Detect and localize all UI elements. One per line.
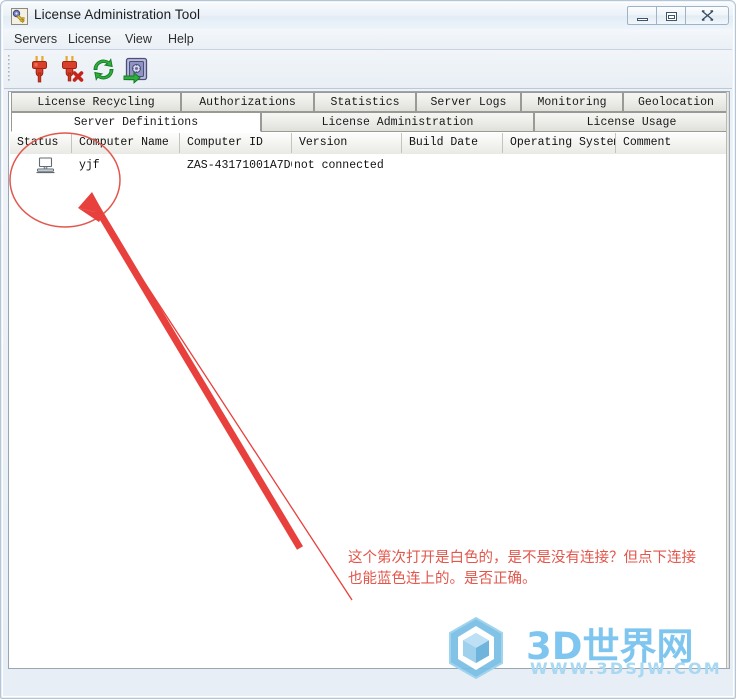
cell-computer-name: yjf bbox=[79, 159, 100, 172]
tab-geolocation[interactable]: Geolocation bbox=[623, 92, 729, 112]
title-bar: License Administration Tool bbox=[3, 3, 733, 29]
tab-strip: License Recycling Authorizations Statist… bbox=[9, 92, 729, 132]
tab-license-recycling[interactable]: License Recycling bbox=[11, 92, 181, 112]
cell-build-date bbox=[402, 154, 503, 178]
tab-authorizations[interactable]: Authorizations bbox=[181, 92, 314, 112]
column-header-status[interactable]: Status bbox=[10, 133, 72, 153]
application-window: License Administration Tool Servers Lice… bbox=[0, 0, 736, 699]
license-vault-button[interactable] bbox=[120, 54, 151, 85]
watermark: 3D世界网 WWW.3DSJW.COM bbox=[430, 614, 730, 686]
toolbar-drag-handle[interactable] bbox=[8, 55, 12, 84]
watermark-url-text: WWW.3DSJW.COM bbox=[530, 659, 722, 678]
tab-monitoring[interactable]: Monitoring bbox=[521, 92, 623, 112]
toolbar bbox=[4, 50, 732, 89]
grid-body: yjf ZAS-43171001A7D0E( not connected bbox=[10, 154, 728, 667]
tab-row-top: License Recycling Authorizations Statist… bbox=[9, 92, 729, 112]
plug-disconnect-icon bbox=[62, 56, 84, 82]
column-header-computer-id[interactable]: Computer ID bbox=[180, 133, 292, 153]
column-header-comment[interactable]: Comment bbox=[616, 133, 728, 153]
refresh-icon bbox=[93, 58, 114, 81]
tab-statistics[interactable]: Statistics bbox=[314, 92, 416, 112]
safe-export-icon bbox=[123, 57, 148, 84]
maximize-icon-inner bbox=[668, 15, 675, 19]
menu-bar: Servers License View Help bbox=[4, 29, 732, 50]
menu-item-servers[interactable]: Servers bbox=[10, 31, 61, 48]
tab-license-usage[interactable]: License Usage bbox=[534, 112, 729, 132]
column-header-computer-name[interactable]: Computer Name bbox=[72, 133, 180, 153]
tab-server-definitions[interactable]: Server Definitions bbox=[11, 112, 261, 132]
grid-header-row: Status Computer Name Computer ID Version… bbox=[10, 133, 728, 155]
menu-item-license[interactable]: License bbox=[64, 31, 115, 48]
license-key-icon bbox=[11, 8, 28, 25]
connect-server-button[interactable] bbox=[24, 54, 55, 85]
minimize-button[interactable] bbox=[627, 6, 656, 25]
window-title: License Administration Tool bbox=[34, 7, 201, 22]
close-button[interactable] bbox=[685, 6, 729, 25]
cell-operating-system bbox=[503, 154, 616, 178]
cell-version: not connected bbox=[294, 159, 384, 172]
tab-server-logs[interactable]: Server Logs bbox=[416, 92, 521, 112]
tab-license-administration[interactable]: License Administration bbox=[261, 112, 534, 132]
cell-status bbox=[10, 154, 72, 178]
column-header-version[interactable]: Version bbox=[292, 133, 402, 153]
minimize-icon bbox=[637, 18, 648, 21]
table-row[interactable]: yjf ZAS-43171001A7D0E( not connected bbox=[10, 154, 728, 178]
cell-computer-id: ZAS-43171001A7D0E( bbox=[187, 159, 292, 172]
close-icon bbox=[701, 10, 714, 21]
watermark-logo-icon bbox=[449, 616, 503, 680]
cell-comment bbox=[616, 154, 728, 178]
menu-item-help[interactable]: Help bbox=[164, 31, 198, 48]
refresh-button[interactable] bbox=[88, 54, 119, 85]
column-header-build-date[interactable]: Build Date bbox=[402, 133, 503, 153]
disconnect-server-button[interactable] bbox=[56, 54, 87, 85]
vertical-scrollbar-track[interactable] bbox=[726, 92, 729, 668]
server-definitions-grid: Status Computer Name Computer ID Version… bbox=[10, 133, 728, 667]
content-panel: License Recycling Authorizations Statist… bbox=[8, 91, 730, 669]
menu-item-view[interactable]: View bbox=[121, 31, 156, 48]
column-header-operating-system[interactable]: Operating System bbox=[503, 133, 616, 153]
maximize-button[interactable] bbox=[656, 6, 685, 25]
plug-icon bbox=[32, 56, 47, 83]
tab-row-bottom: Server Definitions License Administratio… bbox=[9, 112, 729, 132]
